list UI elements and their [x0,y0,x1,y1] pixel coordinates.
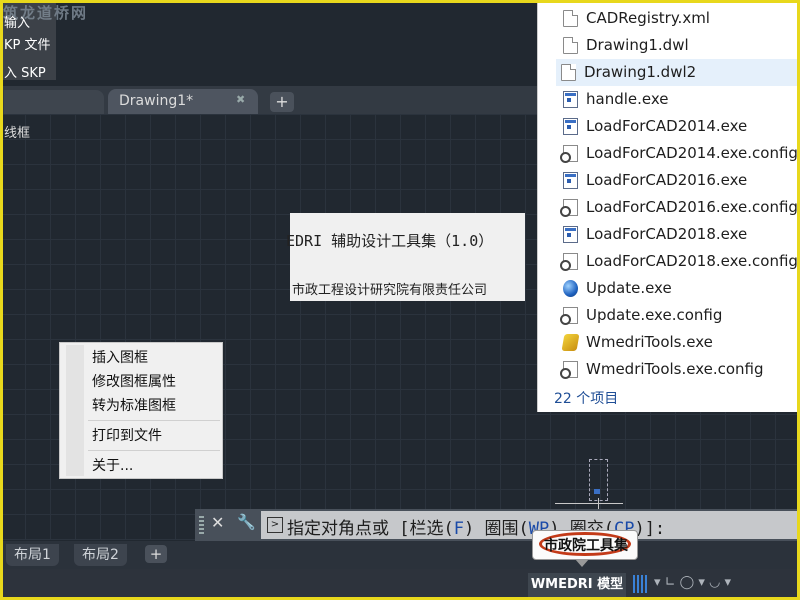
menu-item-insert-frame[interactable]: 插入图框 [92,347,148,367]
menu-item-convert-standard-frame[interactable]: 转为标准图框 [92,395,176,415]
menu-separator [88,420,220,421]
model-space-button[interactable]: WMEDRI 模型 [528,573,626,597]
document-tab-bar: Drawing1* ✖ + [0,86,540,114]
drag-handle[interactable] [199,516,204,534]
config-icon [560,145,578,163]
viewport-style-label[interactable]: 线框 [4,122,30,141]
about-dialog: EDRI 辅助设计工具集（1.0） 市政工程设计研究院有限责任公司 [286,213,525,301]
config-icon [560,199,578,217]
list-item[interactable]: LoadForCAD2014.exe [558,113,798,140]
tab-drawing1[interactable]: Drawing1* ✖ [108,89,258,114]
config-icon [560,253,578,271]
document-icon [561,64,576,81]
globe-icon [563,280,578,297]
list-item[interactable]: Update.exe [558,275,798,302]
exe-icon [563,226,578,243]
tooltip-text: 市政院工具集 [544,538,628,554]
context-menu: 插入图框 修改图框属性 转为标准图框 打印到文件 关于... [59,342,223,479]
import-button[interactable]: 输入 [4,12,30,31]
ribbon-fragment: 筑龙道桥网 输入 KP 文件 入 SKP [0,0,86,81]
list-item[interactable]: handle.exe [558,86,798,113]
layout-tab-bar: 布局1 布局2 + [0,541,800,569]
tab-layout1[interactable]: 布局1 [6,544,59,566]
list-item[interactable]: LoadForCAD2016.exe.config [558,194,798,221]
tab-layout2[interactable]: 布局2 [74,544,127,566]
menu-separator [88,450,220,451]
about-title: EDRI 辅助设计工具集（1.0） [286,232,494,250]
ribbon-icon [561,334,580,351]
status-toggles[interactable]: ▾ ∟ ◯ ▾ ◡ ▾ [654,575,731,590]
import-skp-button[interactable]: 入 SKP [4,62,46,81]
new-tab-button[interactable]: + [270,92,294,112]
item-count-label: 22 个项目 [554,391,619,407]
exe-icon [563,91,578,108]
close-icon[interactable]: ✖ [236,93,245,106]
list-item[interactable]: CADRegistry.xml [558,5,798,32]
document-icon [563,37,578,54]
command-input[interactable]: > 指定对角点或 [栏选(F) 圈围(WP) 圈交(CP)]: [261,511,800,539]
list-item[interactable]: Update.exe.config [558,302,798,329]
prompt-icon: > [267,517,283,533]
grid-icon[interactable] [633,575,647,593]
list-item[interactable]: LoadForCAD2018.exe.config [558,248,798,275]
command-line: ✕ 🔧 > 指定对角点或 [栏选(F) 圈围(WP) 圈交(CP)]: [195,509,800,541]
toolset-tooltip: 市政院工具集 [532,530,638,567]
crosshair-horizontal [555,503,623,504]
tab-previous[interactable] [4,90,104,114]
wrench-icon[interactable]: 🔧 [237,513,256,531]
menu-gutter [66,345,84,476]
list-item[interactable]: WmedriTools.exe [558,329,798,356]
skp-file-button[interactable]: KP 文件 [4,34,51,53]
list-item-selected[interactable]: Drawing1.dwl2 [556,59,799,86]
exe-icon [563,172,578,189]
document-icon [563,10,578,27]
menu-item-edit-frame-attributes[interactable]: 修改图框属性 [92,371,176,391]
exe-icon [563,118,578,135]
file-explorer-list: CADRegistry.xml Drawing1.dwl Drawing1.dw… [537,0,800,412]
pickbox [594,489,600,494]
config-icon [560,361,578,379]
selection-window [589,459,608,501]
tooltip-tail [575,559,589,567]
list-item[interactable]: Drawing1.dwl [558,32,798,59]
list-item[interactable]: WmedriTools.exe.config [558,356,798,383]
menu-item-print-to-file[interactable]: 打印到文件 [92,425,162,445]
config-icon [560,307,578,325]
new-layout-button[interactable]: + [145,545,167,563]
tab-label: Drawing1* [119,93,194,109]
close-icon[interactable]: ✕ [211,513,224,532]
menu-item-about[interactable]: 关于... [92,455,133,475]
list-item[interactable]: LoadForCAD2014.exe.config [558,140,798,167]
status-bar: WMEDRI 模型 ▾ ∟ ◯ ▾ ◡ ▾ [0,569,800,600]
about-company: 市政工程设计研究院有限责任公司 [292,283,488,298]
list-item[interactable]: LoadForCAD2018.exe [558,221,798,248]
list-item[interactable]: LoadForCAD2016.exe [558,167,798,194]
